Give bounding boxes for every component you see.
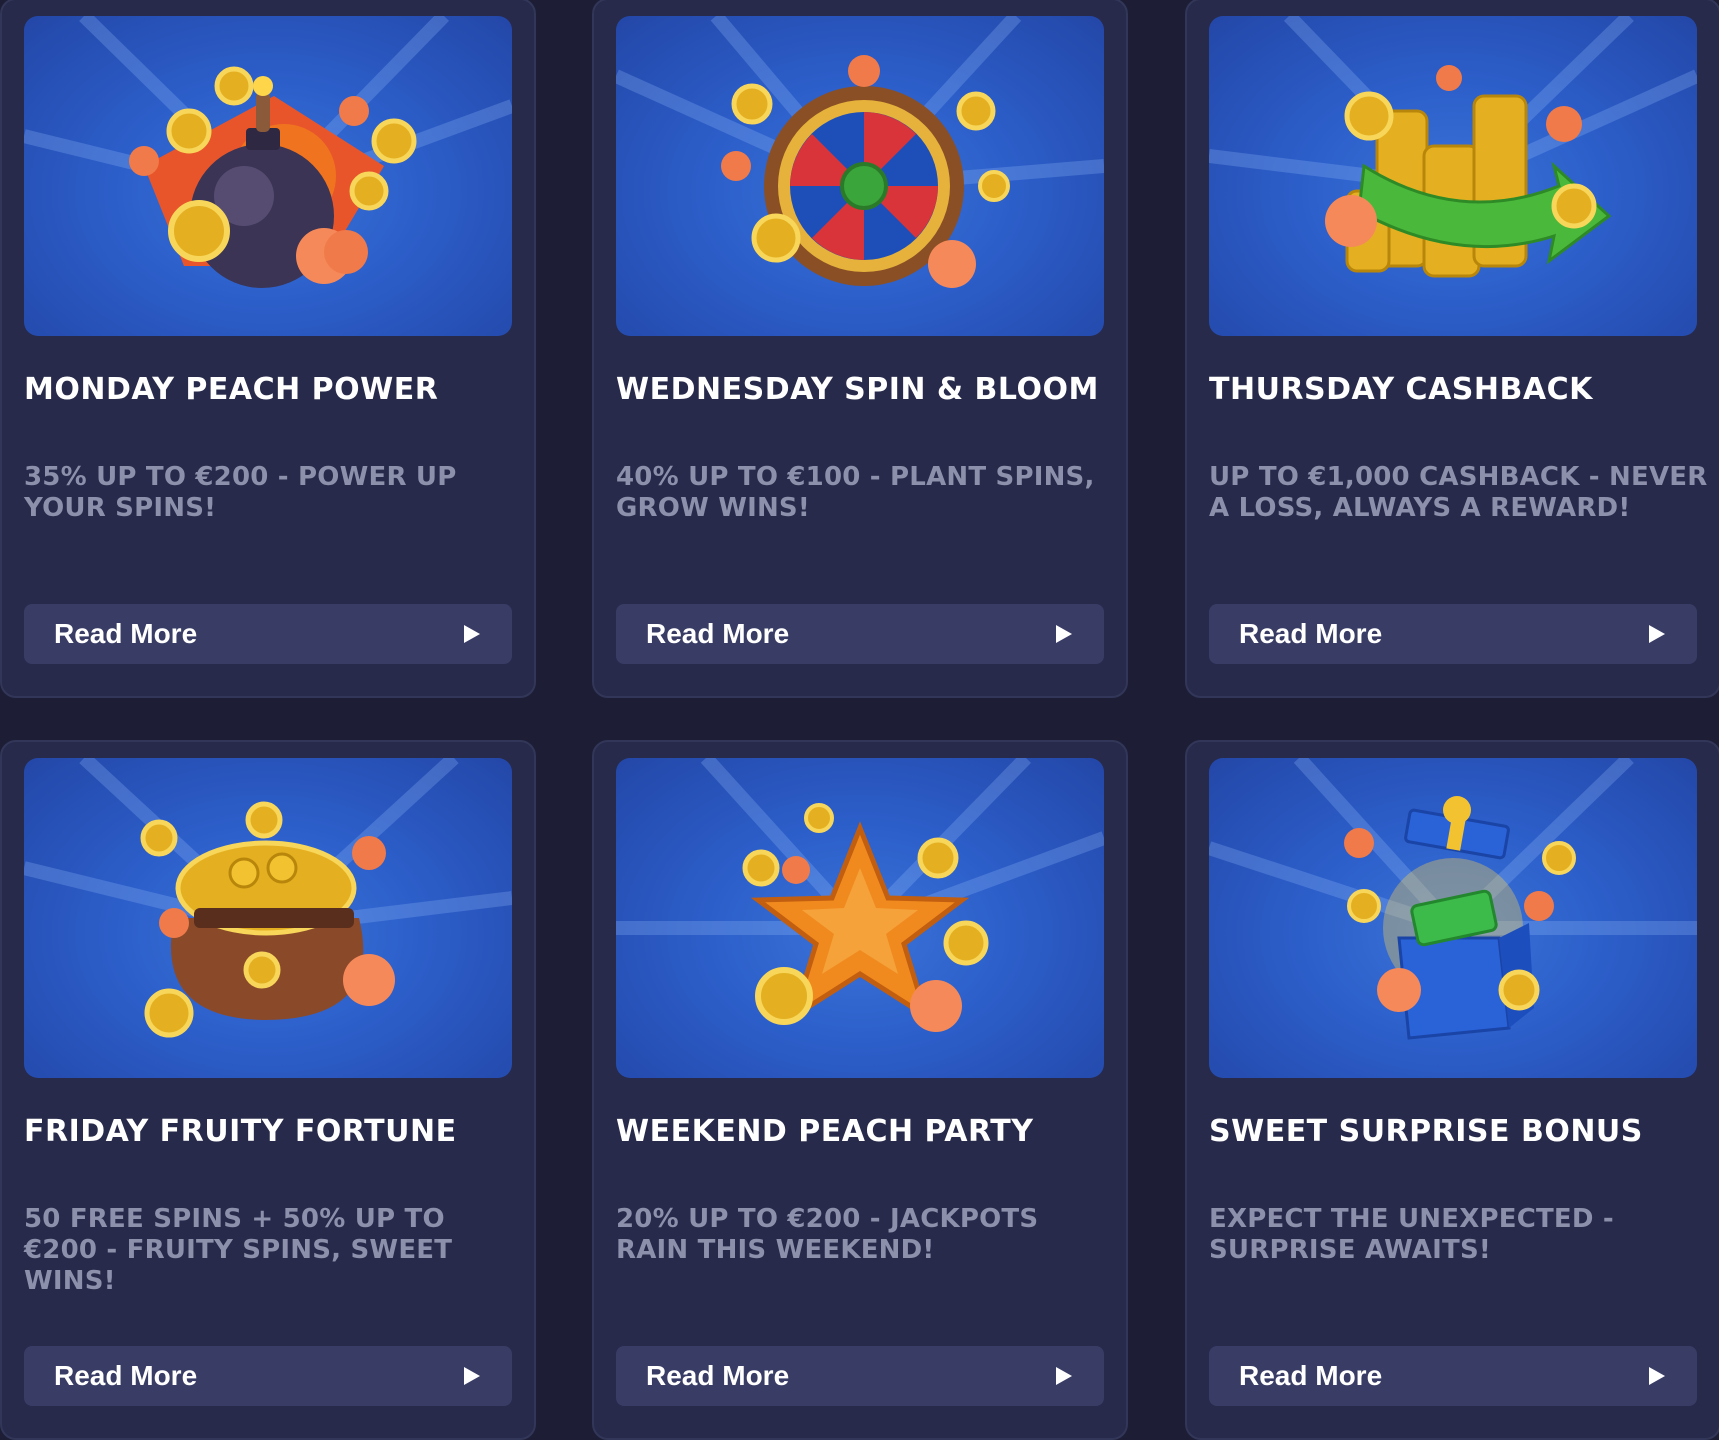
promo-card-surprise: SWEET SURPRISE BONUS EXPECT THE UNEXPECT…	[1185, 740, 1719, 1440]
promo-description: EXPECT THE UNEXPECTED - SURPRISE AWAITS!	[1209, 1204, 1614, 1265]
promo-title: MONDAY PEACH POWER	[24, 372, 439, 407]
play-icon	[1649, 1367, 1665, 1385]
promo-card-wednesday: WEDNESDAY SPIN & BLOOM 40% UP TO €100 - …	[592, 0, 1128, 698]
read-more-button[interactable]: Read More	[1209, 1346, 1697, 1406]
promo-description: 40% UP TO €100 - PLANT SPINS, GROW WINS!	[616, 462, 1095, 523]
promo-description: 35% UP TO €200 - POWER UP YOUR SPINS!	[24, 462, 457, 523]
read-more-label: Read More	[1239, 1360, 1383, 1391]
promo-title: FRIDAY FRUITY FORTUNE	[24, 1114, 457, 1149]
promo-banner-image	[1209, 16, 1697, 336]
promo-title: WEEKEND PEACH PARTY	[616, 1114, 1034, 1149]
coin-stacks-illustration	[1209, 16, 1697, 278]
play-icon	[464, 1367, 480, 1385]
promo-card-friday: FRIDAY FRUITY FORTUNE 50 FREE SPINS + 50…	[0, 740, 536, 1440]
play-icon	[464, 625, 480, 643]
promotions-grid: MONDAY PEACH POWER 35% UP TO €200 - POWE…	[0, 0, 1719, 1440]
promo-title: SWEET SURPRISE BONUS	[1209, 1114, 1643, 1149]
read-more-button[interactable]: Read More	[616, 1346, 1104, 1406]
read-more-button[interactable]: Read More	[616, 604, 1104, 664]
read-more-button[interactable]: Read More	[24, 604, 512, 664]
promo-banner-image	[616, 16, 1104, 336]
promo-description: 20% UP TO €200 - JACKPOTS RAIN THIS WEEK…	[616, 1204, 1039, 1265]
promo-description: 50 FREE SPINS + 50% UP TO €200 - FRUITY …	[24, 1204, 453, 1296]
read-more-label: Read More	[54, 1360, 198, 1391]
read-more-label: Read More	[54, 618, 198, 649]
coin-sack-illustration	[24, 758, 512, 1038]
gift-box-illustration	[1209, 758, 1697, 1040]
play-icon	[1056, 625, 1072, 643]
read-more-label: Read More	[646, 1360, 790, 1391]
read-more-button[interactable]: Read More	[1209, 604, 1697, 664]
play-icon	[1056, 1367, 1072, 1385]
bomb-illustration	[24, 16, 512, 288]
read-more-label: Read More	[646, 618, 790, 649]
promo-card-monday: MONDAY PEACH POWER 35% UP TO €200 - POWE…	[0, 0, 536, 698]
play-icon	[1649, 625, 1665, 643]
promo-banner-image	[1209, 758, 1697, 1078]
promo-banner-image	[616, 758, 1104, 1078]
read-more-label: Read More	[1239, 618, 1383, 649]
star-illustration	[616, 758, 1104, 1032]
promo-title: WEDNESDAY SPIN & BLOOM	[616, 372, 1099, 407]
promo-card-weekend: WEEKEND PEACH PARTY 20% UP TO €200 - JAC…	[592, 740, 1128, 1440]
promo-card-thursday: THURSDAY CASHBACK UP TO €1,000 CASHBACK …	[1185, 0, 1719, 698]
prize-wheel-illustration	[616, 16, 1104, 288]
read-more-button[interactable]: Read More	[24, 1346, 512, 1406]
promo-banner-image	[24, 758, 512, 1078]
promo-banner-image	[24, 16, 512, 336]
promo-description: UP TO €1,000 CASHBACK - NEVER A LOSS, AL…	[1209, 462, 1708, 523]
promo-title: THURSDAY CASHBACK	[1209, 372, 1593, 407]
